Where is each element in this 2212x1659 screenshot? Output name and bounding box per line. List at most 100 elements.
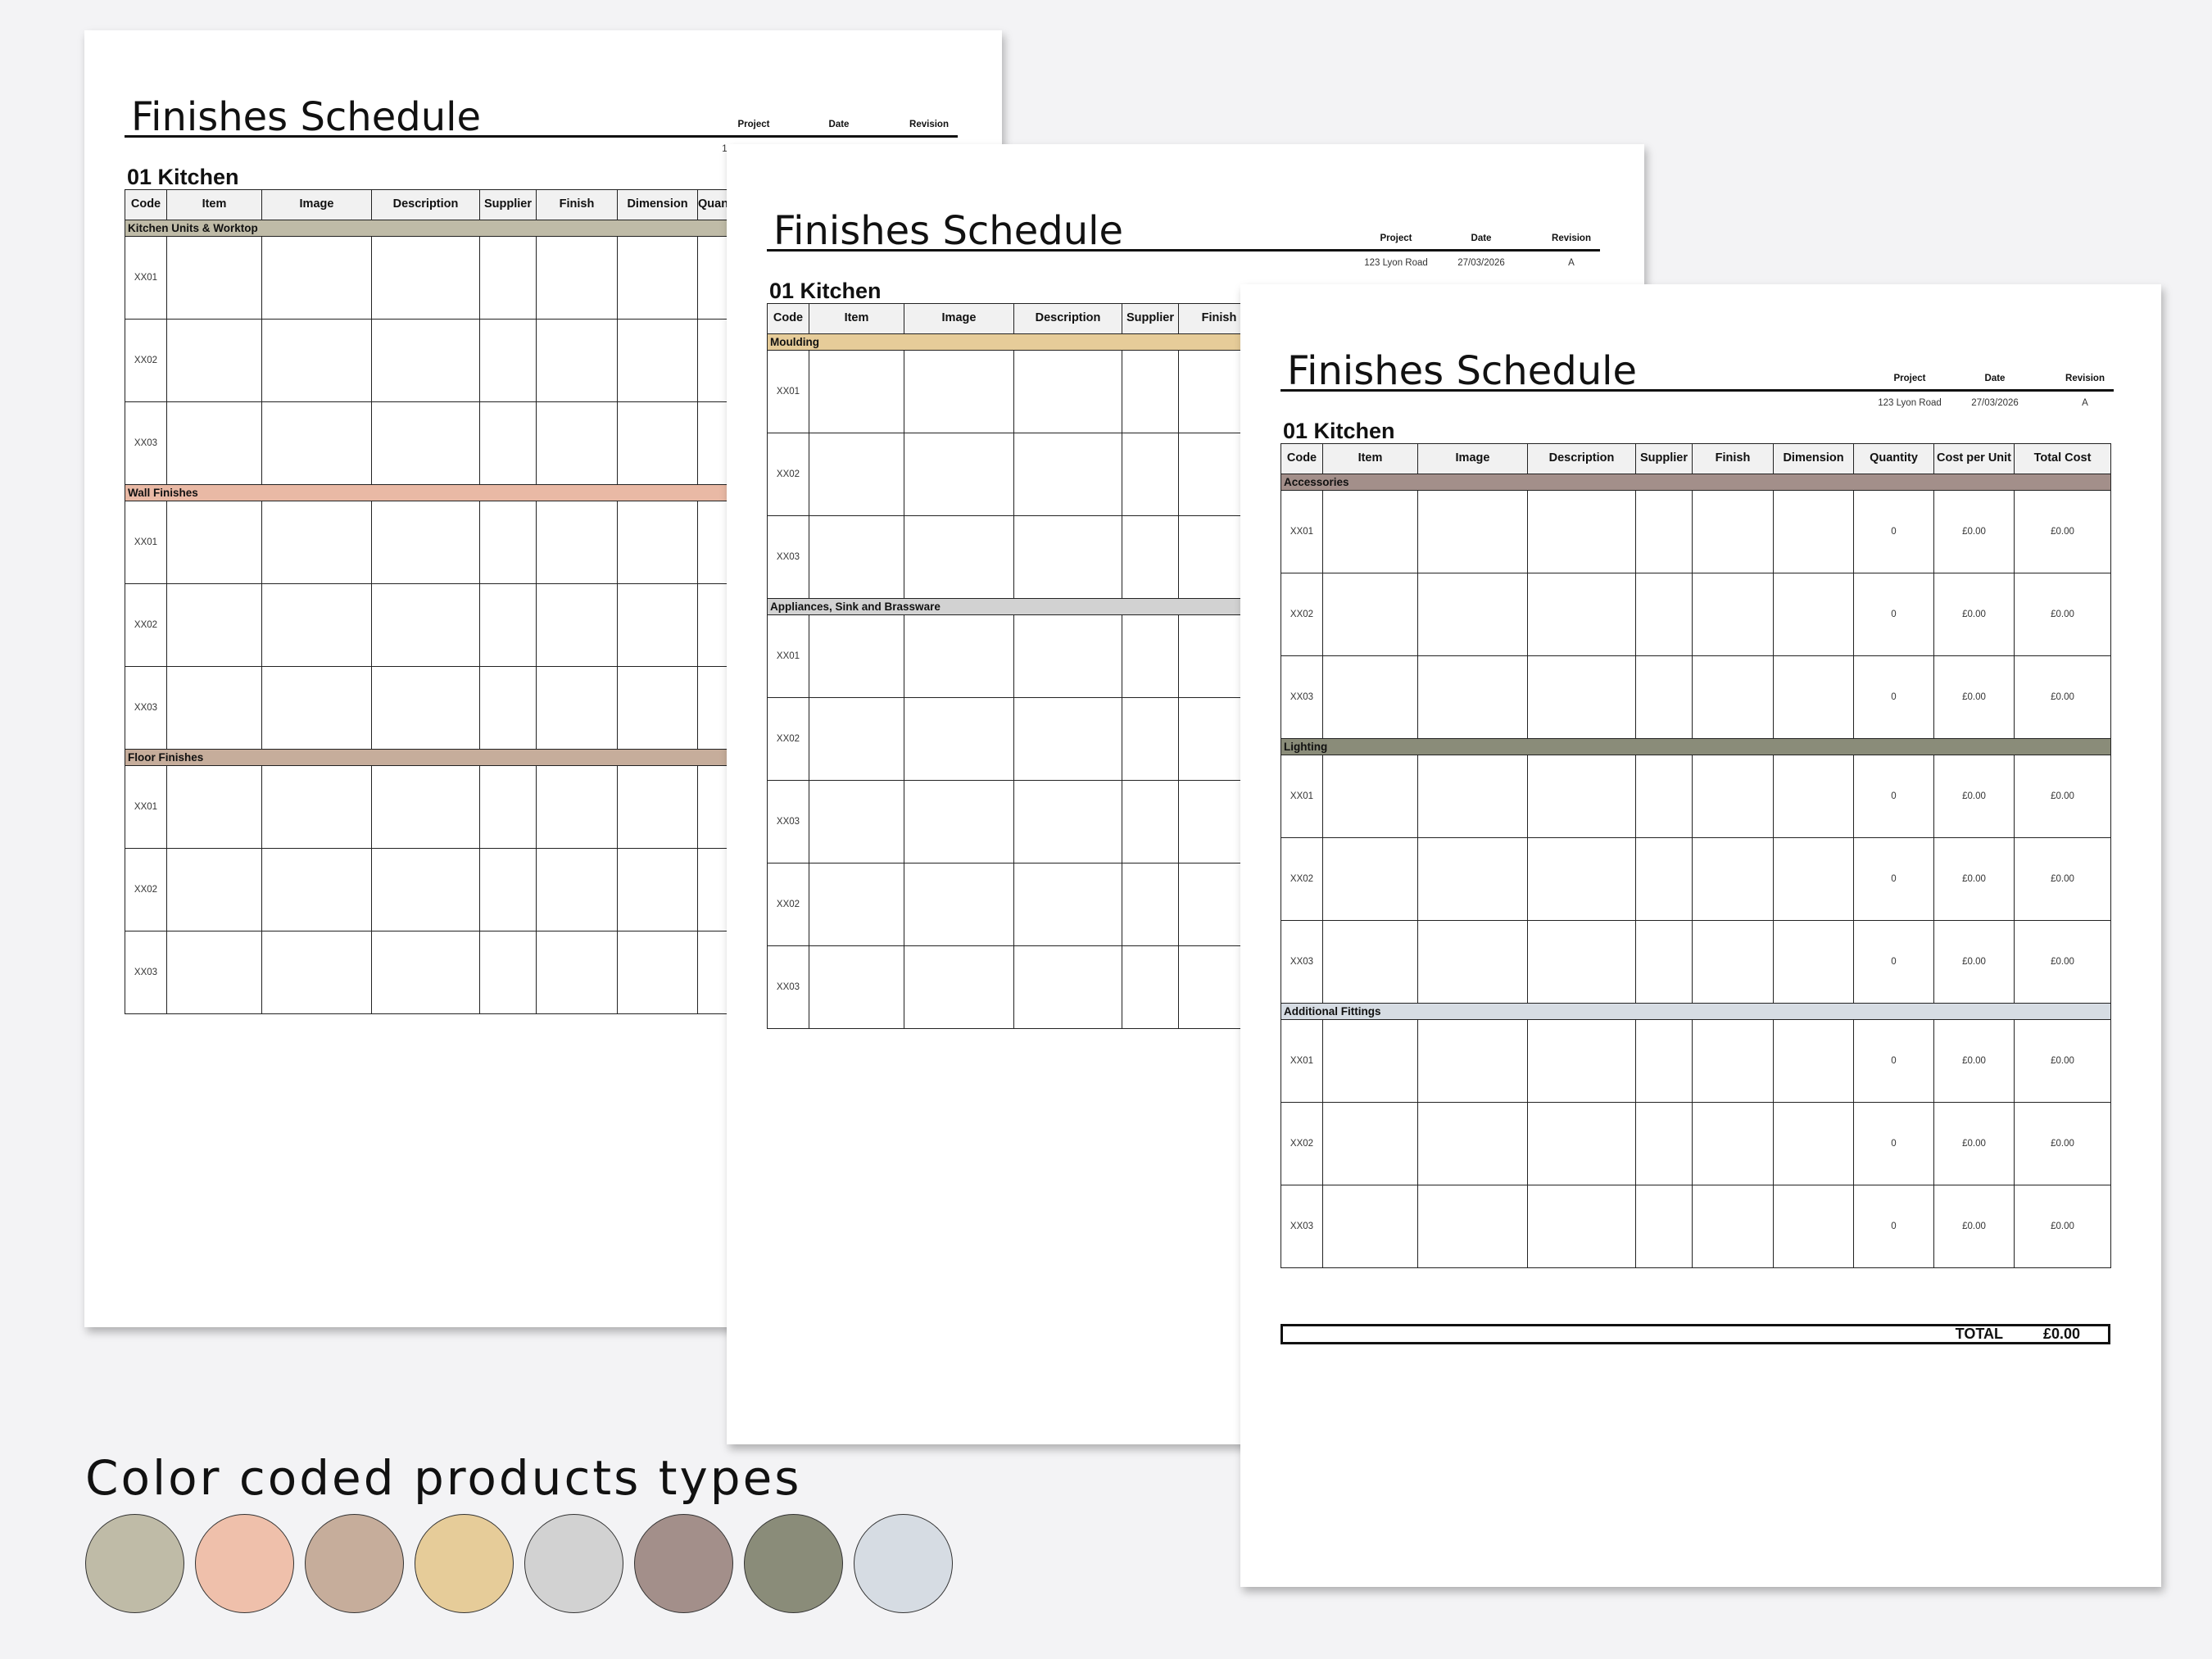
color-swatch <box>305 1514 404 1613</box>
category-row: Wall Finishes <box>125 484 810 501</box>
empty-cell <box>1635 755 1693 838</box>
empty-cell <box>166 848 262 931</box>
total-bar: TOTAL £0.00 <box>1281 1324 2110 1344</box>
table-row: XX03 0 £0.00 £0.00 <box>1281 920 2111 1004</box>
item-code: XX01 <box>767 350 809 433</box>
column-header: Image <box>1417 443 1528 474</box>
empty-cell <box>1122 614 1179 698</box>
revision-value: A <box>2082 398 2088 408</box>
item-code: XX03 <box>1281 1185 1323 1268</box>
column-header: Supplier <box>1122 303 1179 334</box>
empty-cell <box>1635 655 1693 739</box>
empty-cell <box>1527 655 1636 739</box>
quantity-cell: 0 <box>1853 920 1934 1004</box>
item-code: XX03 <box>125 666 167 750</box>
empty-cell <box>1013 614 1122 698</box>
column-header: Dimension <box>617 189 698 220</box>
empty-cell <box>1635 1102 1693 1185</box>
empty-cell <box>479 319 537 402</box>
schedule-sheet-3: Finishes Schedule Project 123 Lyon Road Dat… <box>1240 284 2161 1587</box>
revision-label: Revision <box>1552 233 1591 243</box>
empty-cell <box>166 319 262 402</box>
item-code: XX02 <box>767 697 809 781</box>
empty-cell <box>371 765 480 849</box>
empty-cell <box>536 848 618 931</box>
column-header: Description <box>1527 443 1636 474</box>
empty-cell <box>617 236 698 320</box>
empty-cell <box>1635 1019 1693 1103</box>
empty-cell <box>1417 755 1528 838</box>
category-row: Lighting <box>1281 738 2111 755</box>
empty-cell <box>904 697 1014 781</box>
empty-cell <box>1322 1019 1418 1103</box>
empty-cell <box>1417 1102 1528 1185</box>
empty-cell <box>261 666 372 750</box>
empty-cell <box>809 433 904 516</box>
empty-cell <box>1527 490 1636 573</box>
empty-cell <box>1527 1102 1636 1185</box>
table-row: XX02 0 £0.00 £0.00 <box>1281 1102 2111 1185</box>
empty-cell <box>536 501 618 584</box>
column-header: Quantity <box>1853 443 1934 474</box>
empty-cell <box>617 666 698 750</box>
empty-cell <box>809 697 904 781</box>
title-rule <box>767 249 1600 252</box>
category-row: Moulding <box>767 333 1281 351</box>
empty-cell <box>1527 1185 1636 1268</box>
empty-cell <box>904 515 1014 599</box>
empty-cell <box>371 401 480 485</box>
table-row: XX03 <box>125 401 810 485</box>
empty-cell <box>371 583 480 667</box>
table-row: XX01 <box>767 350 1281 433</box>
empty-cell <box>904 863 1014 946</box>
total-cost-cell: £0.00 <box>2014 1102 2111 1185</box>
empty-cell <box>1417 920 1528 1004</box>
category-label: Accessories <box>1281 474 2111 491</box>
empty-cell <box>1692 573 1774 656</box>
date-label: Date <box>828 120 850 129</box>
empty-cell <box>261 236 372 320</box>
empty-cell <box>479 401 537 485</box>
date-value: 27/03/2026 <box>1971 398 2019 408</box>
revision-label: Revision <box>909 120 949 129</box>
item-code: XX03 <box>125 931 167 1014</box>
total-cost-cell: £0.00 <box>2014 573 2111 656</box>
empty-cell <box>536 765 618 849</box>
empty-cell <box>536 666 618 750</box>
revision-label: Revision <box>2065 374 2105 383</box>
empty-cell <box>166 236 262 320</box>
total-label: TOTAL <box>1955 1326 2003 1342</box>
table-row: XX01 0 £0.00 £0.00 <box>1281 1019 2111 1103</box>
empty-cell <box>1692 1019 1774 1103</box>
empty-cell <box>809 614 904 698</box>
empty-cell <box>536 401 618 485</box>
empty-cell <box>371 319 480 402</box>
color-swatch <box>744 1514 843 1613</box>
total-cost-cell: £0.00 <box>2014 920 2111 1004</box>
title-rule <box>1281 389 2114 392</box>
quantity-cell: 0 <box>1853 655 1934 739</box>
empty-cell <box>1013 350 1122 433</box>
empty-cell <box>479 666 537 750</box>
table-row: XX02 <box>767 863 1281 946</box>
quantity-cell: 0 <box>1853 1185 1934 1268</box>
empty-cell <box>1773 920 1854 1004</box>
table-row: XX01 0 £0.00 £0.00 <box>1281 755 2111 838</box>
empty-cell <box>1527 920 1636 1004</box>
empty-cell <box>1322 655 1418 739</box>
empty-cell <box>166 765 262 849</box>
date-label: Date <box>1471 233 1492 243</box>
item-code: XX02 <box>767 433 809 516</box>
total-cost-cell: £0.00 <box>2014 755 2111 838</box>
item-code: XX03 <box>767 945 809 1029</box>
color-swatch <box>195 1514 294 1613</box>
empty-cell <box>1322 573 1418 656</box>
item-code: XX03 <box>125 401 167 485</box>
total-value: £0.00 <box>2042 1326 2080 1342</box>
empty-cell <box>904 350 1014 433</box>
empty-cell <box>479 765 537 849</box>
item-code: XX01 <box>1281 755 1323 838</box>
category-label: Appliances, Sink and Brassware <box>767 598 1281 615</box>
empty-cell <box>1013 945 1122 1029</box>
empty-cell <box>1635 1185 1693 1268</box>
